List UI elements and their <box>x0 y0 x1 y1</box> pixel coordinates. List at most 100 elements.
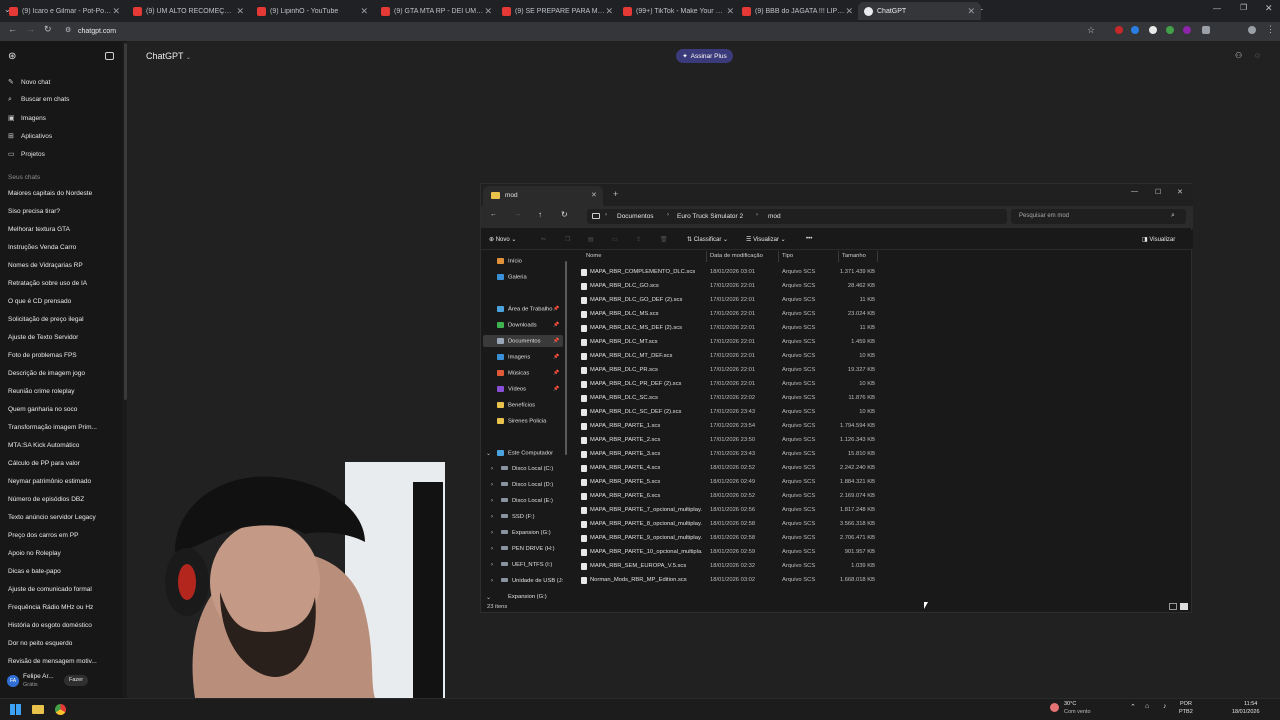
chat-history-item[interactable]: Nomes de Vidraçarias RP <box>8 262 83 269</box>
navpane-drive[interactable]: Expansion (G:) <box>508 594 547 600</box>
extensions-puzzle-icon[interactable] <box>1202 26 1210 34</box>
breadcrumb-item[interactable]: Euro Truck Simulator 2 <box>677 213 743 220</box>
sidebar-nav-item[interactable]: ⊞ Aplicativos <box>8 132 52 140</box>
chrome-taskbar-icon[interactable] <box>55 704 66 715</box>
extension-icon[interactable] <box>1115 26 1123 34</box>
weather-temp[interactable]: 30°C <box>1064 701 1076 707</box>
column-divider[interactable] <box>778 251 779 262</box>
close-tab-icon[interactable]: ✕ <box>112 6 120 17</box>
upgrade-button[interactable]: Fazer <box>64 675 88 686</box>
file-row[interactable]: MAPA_RBR_DLC_SC_DEF (2).scs 17/01/2026 23… <box>581 407 881 419</box>
chat-history-item[interactable]: Preço dos carros em PP <box>8 532 78 539</box>
file-row[interactable]: MAPA_RBR_PARTE_1.scs 17/01/2026 23:54 Arqu… <box>581 421 881 433</box>
weather-desc[interactable]: Com vento <box>1064 709 1091 715</box>
new-button[interactable]: ⊕ Novo ⌄ <box>489 236 516 243</box>
navpane-drive[interactable]: Expansion (G:) <box>501 530 551 536</box>
chevron-right-icon[interactable]: › <box>491 562 493 568</box>
chat-history-item[interactable]: Reunião crime roleplay <box>8 388 74 395</box>
column-name[interactable]: Nome <box>586 253 601 259</box>
sidebar-nav-item[interactable]: ▭ Projetos <box>8 150 45 158</box>
close-tab-icon[interactable]: ✕ <box>591 191 597 199</box>
sidebar-nav-item[interactable]: ⌕ Buscar em chats <box>8 96 69 104</box>
column-divider[interactable] <box>838 251 839 262</box>
extension-icon[interactable] <box>1149 26 1157 34</box>
file-row[interactable]: MAPA_RBR_DLC_PR_DEF (2).scs 17/01/2026 22… <box>581 379 881 391</box>
chat-history-item[interactable]: Ajuste de comunicado formal <box>8 586 92 593</box>
maximize-icon[interactable]: ☐ <box>1155 188 1161 196</box>
close-tab-icon[interactable]: ✕ <box>605 6 613 17</box>
windows-start-icon[interactable] <box>10 704 21 715</box>
file-row[interactable]: MAPA_RBR_SEM_EUROPA_V.5.scs 18/01/2026 02… <box>581 561 881 573</box>
navpane-item[interactable]: Galeria <box>497 274 527 281</box>
tray-chevron-icon[interactable]: ⌃ <box>1130 703 1136 711</box>
copy-icon[interactable]: ❐ <box>565 236 570 243</box>
chevron-right-icon[interactable]: › <box>491 530 493 536</box>
file-row[interactable]: MAPA_RBR_PARTE_10_opcional_multipla... 18… <box>581 547 881 559</box>
keyboard-layout[interactable]: PTB2 <box>1179 709 1193 715</box>
weather-icon[interactable] <box>1050 703 1059 712</box>
browser-tab[interactable]: (9) Ícaro e Gilmar - Pot-Pourri... ✕ <box>3 2 126 20</box>
chat-history-item[interactable]: Dor no peito esquerdo <box>8 640 72 647</box>
browser-tab[interactable]: (9) GTA MTA RP - DEI UM TAPA...✕ <box>375 2 498 20</box>
pin-icon[interactable]: 📌 <box>553 338 559 344</box>
navpane-drive[interactable]: Disco Local (D:) <box>501 482 553 488</box>
chevron-down-icon[interactable]: ⌄ <box>486 594 491 601</box>
user-avatar[interactable]: FA <box>7 675 19 687</box>
extension-icon[interactable] <box>1131 26 1139 34</box>
column-date[interactable]: Data de modificação <box>710 253 763 259</box>
user-name[interactable]: Felipe Ar... <box>23 673 54 680</box>
navpane-item[interactable]: Documentos <box>497 338 541 345</box>
bookmark-star-icon[interactable]: ☆ <box>1087 25 1095 36</box>
chat-history-item[interactable]: História do esgoto doméstico <box>8 622 92 629</box>
reload-icon[interactable]: ↻ <box>44 24 52 35</box>
chat-history-item[interactable]: Revisão de mensagem motiv... <box>8 658 97 665</box>
breadcrumb[interactable]: › Documentos › Euro Truck Simulator 2 › … <box>587 209 1007 224</box>
navpane-item[interactable]: Benefícios <box>497 402 535 409</box>
upgrade-plus-button[interactable]: ✦ Assinar Plus <box>676 49 733 63</box>
chat-history-item[interactable]: Melhorar textura GTA <box>8 226 70 233</box>
search-input[interactable]: Pesquisar em mod ⌕ <box>1011 209 1186 224</box>
breadcrumb-item[interactable]: mod <box>768 213 781 220</box>
chevron-right-icon[interactable]: › <box>491 546 493 552</box>
add-person-icon[interactable]: ⚇ <box>1235 51 1242 60</box>
new-tab-icon[interactable]: + <box>613 189 618 199</box>
chevron-right-icon[interactable]: › <box>491 578 493 584</box>
close-tab-icon[interactable]: ✕ <box>484 6 492 17</box>
chat-history-item[interactable]: Cálculo de PP para valor <box>8 460 80 467</box>
site-info-icon[interactable]: ⚙ <box>65 26 71 34</box>
file-row[interactable]: MAPA_RBR_PARTE_4.scs 18/01/2026 02:52 Arqu… <box>581 463 881 475</box>
browser-menu-icon[interactable]: ⋮ <box>1266 24 1275 35</box>
profile-avatar[interactable] <box>1248 26 1256 34</box>
delete-icon[interactable]: 🗑 <box>660 236 668 243</box>
openai-logo-icon[interactable]: ⊛ <box>8 51 16 62</box>
chat-history-item[interactable]: Retratação sobre uso de IA <box>8 280 87 287</box>
navpane-drive[interactable]: Disco Local (C:) <box>501 466 553 472</box>
column-size[interactable]: Tamanho <box>842 253 866 259</box>
chevron-right-icon[interactable]: › <box>491 482 493 488</box>
url-field[interactable]: chatgpt.com <box>78 25 116 38</box>
forward-icon[interactable]: → <box>514 211 521 218</box>
chevron-right-icon[interactable]: › <box>491 514 493 520</box>
rename-icon[interactable]: ▭ <box>612 236 618 243</box>
maximize-browser-icon[interactable]: ❐ <box>1240 3 1247 12</box>
navpane-item[interactable]: Sirenes Policia <box>497 418 546 425</box>
chat-history-item[interactable]: Descrição de imagem jogo <box>8 370 85 377</box>
file-row[interactable]: MAPA_RBR_PARTE_9_opcional_multiplay... 18… <box>581 533 881 545</box>
navpane-item[interactable]: Imagens <box>497 354 530 361</box>
pin-icon[interactable]: 📌 <box>553 322 559 328</box>
chat-history-item[interactable]: Maiores capitais do Nordeste <box>8 190 92 197</box>
network-icon[interactable]: ⌂ <box>1145 703 1149 710</box>
details-pane-button[interactable]: ◨ Visualizar <box>1142 236 1175 243</box>
up-icon[interactable]: ↑ <box>538 210 542 219</box>
file-row[interactable]: MAPA_RBR_COMPLEMENTO_DLC.scs 18/01/2026 0… <box>581 267 881 279</box>
clock-date[interactable]: 18/01/2026 <box>1232 709 1260 715</box>
file-row[interactable]: Norman_Mods_RBR_MP_Edition.scs 18/01/2026… <box>581 575 881 587</box>
minimize-icon[interactable]: — <box>1131 188 1138 195</box>
model-selector[interactable]: ChatGPT ⌄ <box>146 51 191 61</box>
chevron-right-icon[interactable]: › <box>491 498 493 504</box>
view-button[interactable]: ☰ Visualizar ⌄ <box>746 236 786 243</box>
column-divider[interactable] <box>706 251 707 262</box>
chat-history-item[interactable]: Dicas e bate-papo <box>8 568 61 575</box>
clock-time[interactable]: 11:54 <box>1244 701 1257 707</box>
file-row[interactable]: MAPA_RBR_PARTE_7_opcional_multiplay... 18… <box>581 505 881 517</box>
